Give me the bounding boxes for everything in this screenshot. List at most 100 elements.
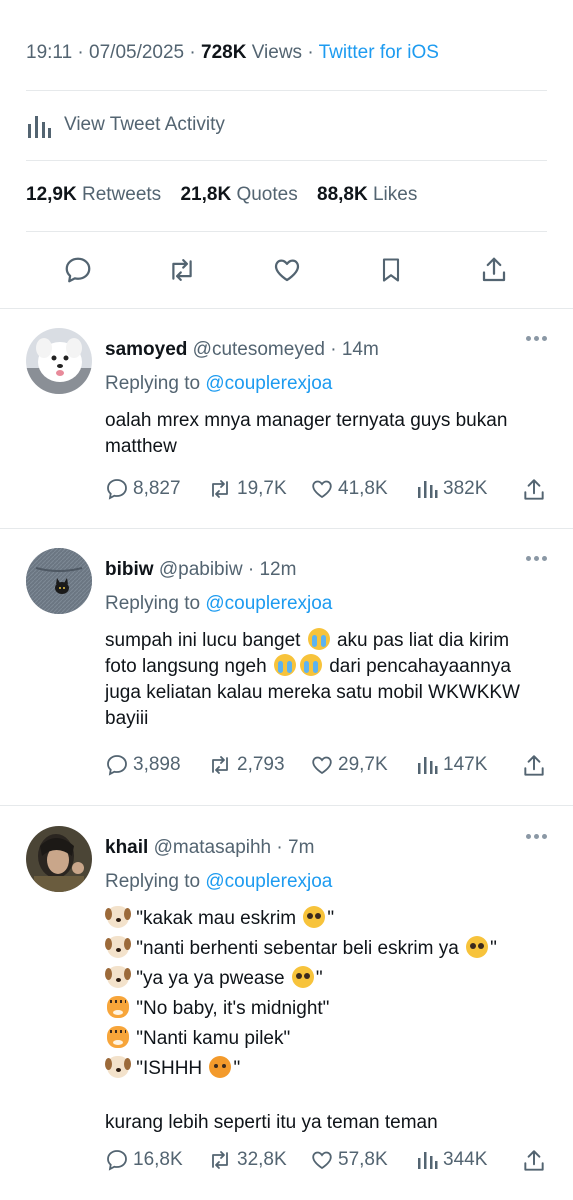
like-icon [312, 1151, 332, 1170]
dog-face-emoji-icon [105, 1056, 129, 1078]
activity-label: View Tweet Activity [64, 114, 225, 135]
retweet-count-button[interactable]: 2,793 [207, 753, 285, 777]
reply-icon [107, 479, 127, 500]
tweet-actions [0, 250, 573, 290]
like-button[interactable] [269, 250, 305, 290]
bookmark-button[interactable] [373, 250, 409, 290]
likes-stat[interactable]: 88,8K Likes [317, 184, 417, 205]
reply-item[interactable]: khail @matasapihh · 7m Replying to @coup… [0, 826, 573, 1156]
reply-text: sumpah ini lucu banget aku pas liat dia … [105, 628, 520, 729]
retweet-count-button[interactable]: 19,7K [207, 477, 287, 501]
loudly-crying-emoji-icon [307, 628, 330, 650]
replying-to: Replying to @couplerexjoa [105, 871, 333, 892]
retweet-icon [212, 480, 228, 498]
pleading-face-emoji-icon [303, 906, 326, 928]
replying-to-handle[interactable]: @couplerexjoa [205, 373, 332, 394]
reply-stats: 16,8K 32,8K 57,8K 344K [105, 1148, 547, 1178]
more-icon[interactable] [526, 336, 547, 341]
divider [0, 308, 573, 309]
reply-header: bibiw @pabibiw · 12m [105, 559, 297, 580]
reply-author-handle[interactable]: @pabibiw [159, 559, 243, 580]
avatar-image [26, 548, 92, 614]
like-count-button[interactable]: 41,8K [310, 477, 388, 501]
more-icon[interactable] [526, 834, 547, 839]
quotes-stat[interactable]: 21,8K Quotes [180, 184, 297, 205]
divider [26, 90, 547, 91]
tiger-face-emoji-icon [107, 1026, 129, 1048]
replying-to: Replying to @couplerexjoa [105, 373, 333, 394]
avatar-image [26, 328, 92, 394]
more-icon[interactable] [526, 556, 547, 561]
divider [0, 805, 573, 806]
reply-icon [65, 257, 91, 283]
retweet-count-button[interactable]: 32,8K [207, 1148, 287, 1172]
loudly-crying-emoji-icon [299, 654, 322, 676]
tweet-time: 19:11 [26, 42, 73, 63]
views-count: 728K [201, 42, 247, 63]
angry-face-emoji-icon [209, 1056, 232, 1078]
reply-author-handle[interactable]: @matasapihh [154, 837, 272, 858]
dog-face-emoji-icon [105, 906, 129, 928]
avatar[interactable] [26, 328, 92, 394]
reply-content: bibiw @pabibiw · 12m Replying to @couple… [105, 558, 553, 732]
tiger-face-emoji-icon [107, 996, 129, 1018]
retweets-stat[interactable]: 12,9K Retweets [26, 184, 161, 205]
reply-time: 14m [341, 339, 379, 360]
retweet-icon [212, 756, 228, 774]
share-button[interactable] [476, 250, 512, 290]
share-icon [482, 257, 506, 282]
retweet-icon [172, 259, 192, 281]
share-button[interactable] [521, 477, 551, 503]
share-button[interactable] [521, 753, 551, 779]
avatar[interactable] [26, 548, 92, 614]
dog-face-emoji-icon [105, 936, 129, 958]
like-count-button[interactable]: 29,7K [310, 753, 388, 777]
reply-count-button[interactable]: 8,827 [105, 477, 181, 501]
like-count-button[interactable]: 57,8K [310, 1148, 388, 1172]
reply-text: oalah mrex mnya manager ternyata guys bu… [105, 410, 508, 457]
views-count-button[interactable]: 344K [415, 1148, 487, 1172]
reply-time: 7m [288, 837, 315, 858]
avatar[interactable] [26, 826, 92, 892]
reply-content: khail @matasapihh · 7m Replying to @coup… [105, 836, 553, 1138]
reply-author-name[interactable]: khail [105, 837, 148, 858]
tweet-source-link[interactable]: Twitter for iOS [319, 42, 439, 63]
replying-to-handle[interactable]: @couplerexjoa [205, 593, 332, 614]
share-icon [524, 1150, 544, 1171]
reply-icon [107, 755, 127, 776]
retweet-icon [212, 1151, 228, 1169]
share-button[interactable] [521, 1148, 551, 1174]
tweet-stats: 12,9K Retweets 21,8K Quotes 88,8K Likes [26, 184, 431, 206]
bookmark-icon [382, 258, 400, 282]
reply-stats: 3,898 2,793 29,7K 147K [105, 753, 547, 783]
reply-button[interactable] [60, 250, 96, 290]
reply-author-handle[interactable]: @cutesomeyed [193, 339, 325, 360]
replying-to-handle[interactable]: @couplerexjoa [205, 871, 332, 892]
reply-header: khail @matasapihh · 7m [105, 837, 315, 858]
views-icon [418, 481, 438, 498]
avatar-image [26, 826, 92, 892]
reply-count-button[interactable]: 16,8K [105, 1148, 183, 1172]
views-icon [28, 116, 51, 138]
replying-to: Replying to @couplerexjoa [105, 593, 333, 614]
views-count-button[interactable]: 382K [415, 477, 487, 501]
retweet-button[interactable] [164, 250, 200, 290]
views-label: Views [251, 42, 303, 63]
reply-content: samoyed @cutesomeyed · 14m Replying to @… [105, 338, 553, 460]
reply-count-button[interactable]: 3,898 [105, 753, 181, 777]
reply-icon [107, 1150, 127, 1171]
divider [26, 231, 547, 232]
share-icon [524, 755, 544, 776]
like-icon [274, 259, 300, 282]
divider [0, 528, 573, 529]
like-icon [312, 480, 332, 499]
tweet-date: 07/05/2025 [89, 42, 185, 63]
views-icon [418, 757, 438, 774]
views-count-button[interactable]: 147K [415, 753, 487, 777]
reply-author-name[interactable]: bibiw [105, 559, 154, 580]
reply-text: "kakak mau eskrim " "nanti berhenti sebe… [105, 906, 497, 1133]
reply-author-name[interactable]: samoyed [105, 339, 187, 360]
view-tweet-activity[interactable]: View Tweet Activity [26, 110, 225, 140]
pleading-face-emoji-icon [466, 936, 489, 958]
divider [26, 160, 547, 161]
